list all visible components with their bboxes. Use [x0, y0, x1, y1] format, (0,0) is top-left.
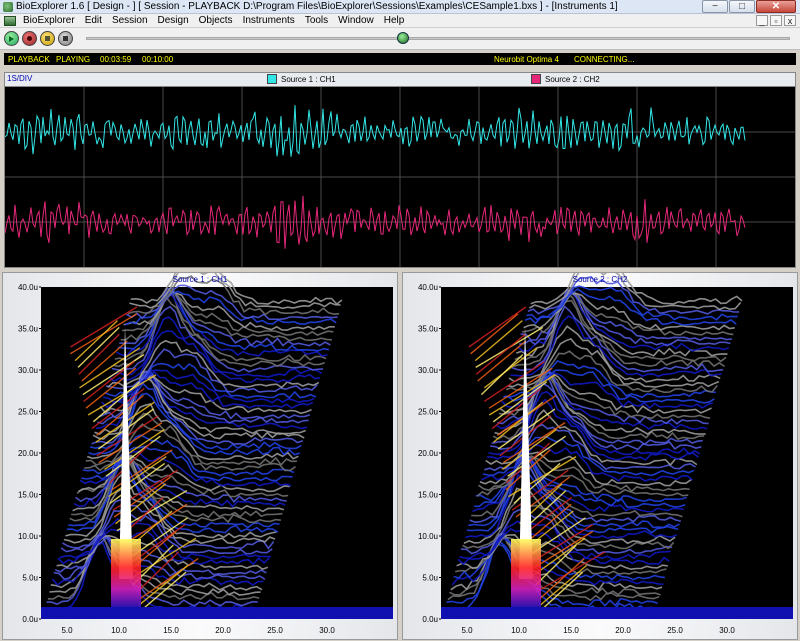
y-tick-label: 25.0u [418, 408, 438, 417]
mdi-restore-button[interactable]: ▫ [770, 15, 782, 26]
x-tick-label: 20.0 [215, 626, 231, 635]
baseline-band [441, 607, 793, 619]
status-total: 00:10:00 [142, 54, 174, 64]
x-tick-label: 5.0 [461, 626, 473, 635]
low-frequency-band [111, 539, 141, 611]
maximize-button[interactable]: □ [729, 0, 755, 13]
x-tick-label: 5.0 [61, 626, 73, 635]
y-tick-label: 35.0u [418, 325, 438, 334]
window-title: BioExplorer 1.6 [ Design - ] [ Session -… [16, 1, 618, 12]
menu-bar: BioExplorer Edit Session Design Objects … [0, 14, 800, 28]
x-tick-label: 15.0 [563, 626, 579, 635]
menu-objects[interactable]: Objects [194, 15, 238, 26]
time-division-label: 1S/DIV [7, 74, 33, 83]
pause-button[interactable] [40, 31, 55, 46]
status-device: Neurobit Optima 4 [494, 54, 559, 64]
menu-session[interactable]: Session [107, 15, 153, 26]
mdi-controls: _ ▫ x [756, 15, 796, 26]
y-tick-label: 20.0u [418, 449, 438, 458]
minimize-button[interactable]: − [702, 0, 728, 13]
ch1-trace [5, 105, 746, 157]
menu-window[interactable]: Window [333, 15, 379, 26]
menu-tools[interactable]: Tools [300, 15, 333, 26]
mdi-minimize-button[interactable]: _ [756, 15, 768, 26]
ch2-swatch [531, 74, 541, 84]
x-tick-label: 30.0 [319, 626, 335, 635]
document-icon[interactable] [4, 15, 16, 26]
spectrogram-plot-area [441, 287, 793, 619]
play-icon [9, 35, 14, 42]
stop-icon [63, 36, 68, 41]
x-tick-label: 10.0 [111, 626, 127, 635]
spectrogram-ch2: 40.0u 35.0u 30.0u 25.0u 20.0u 15.0u 10.0u 5.0u 0… [418, 273, 793, 635]
spectrogram-title-ch1: Source 1 : CH1 [172, 275, 228, 284]
menu-design[interactable]: Design [153, 15, 194, 26]
spectrogram-title-ch2: Source 2 : CH2 [572, 275, 628, 284]
low-frequency-band [511, 539, 541, 611]
record-icon [27, 36, 32, 41]
spectrogram-ch1: 40.0u 35.0u 30.0u 25.0u 20.0u 15.0u 10.0u 5.0u 0… [18, 273, 393, 635]
mdi-close-button[interactable]: x [784, 15, 796, 26]
waveform-grid [5, 87, 795, 267]
menu-instruments[interactable]: Instruments [238, 15, 300, 26]
y-tick-label: 30.0u [18, 366, 38, 375]
menu-bioexplorer[interactable]: BioExplorer [18, 15, 80, 26]
playback-toolbar [0, 28, 800, 50]
status-bar: PLAYBACK PLAYING 00:03:59 00:10:00 Neuro… [4, 53, 796, 65]
close-button[interactable]: ✕ [756, 0, 796, 13]
y-tick-label: 40.0u [18, 283, 38, 292]
status-connection: CONNECTING... [574, 54, 635, 64]
y-tick-label: 5.0u [422, 574, 438, 583]
menu-help[interactable]: Help [379, 15, 410, 26]
y-tick-label: 5.0u [22, 574, 38, 583]
x-tick-label: 20.0 [615, 626, 631, 635]
spectrogram-panel-ch2[interactable]: 40.0u 35.0u 30.0u 25.0u 20.0u 15.0u 10.0u 5.0u 0… [402, 272, 798, 640]
ch2-legend-label: Source 2 : CH2 [545, 74, 600, 84]
status-mode: PLAYBACK [8, 54, 50, 64]
play-button[interactable] [4, 31, 19, 46]
y-tick-label: 40.0u [418, 283, 438, 292]
menu-edit[interactable]: Edit [80, 15, 107, 26]
app-icon [3, 1, 13, 12]
x-tick-label: 15.0 [163, 626, 179, 635]
legend-ch1: Source 1 : CH1 [267, 74, 336, 84]
spectrogram-panel-ch1[interactable]: 40.0u 35.0u 30.0u 25.0u 20.0u 15.0u 10.0u 5.0u 0… [2, 272, 398, 640]
record-button[interactable] [22, 31, 37, 46]
y-tick-label: 15.0u [18, 491, 38, 500]
y-tick-label: 30.0u [418, 366, 438, 375]
waveform-header: 1S/DIV Source 1 : CH1 Source 2 : CH2 [5, 73, 795, 87]
title-bar: BioExplorer 1.6 [ Design - ] [ Session -… [0, 0, 800, 14]
status-elapsed: 00:03:59 [100, 54, 132, 64]
y-tick-label: 25.0u [18, 408, 38, 417]
x-tick-label: 25.0 [667, 626, 683, 635]
baseline-band [41, 607, 393, 619]
ch1-legend-label: Source 1 : CH1 [281, 74, 336, 84]
ch1-swatch [267, 74, 277, 84]
status-state: PLAYING [56, 54, 91, 64]
y-tick-label: 35.0u [18, 325, 38, 334]
x-tick-label: 30.0 [719, 626, 735, 635]
stop-button[interactable] [58, 31, 73, 46]
y-tick-label: 0.0u [22, 615, 38, 624]
x-tick-label: 25.0 [267, 626, 283, 635]
y-tick-label: 15.0u [418, 491, 438, 500]
x-tick-label: 10.0 [511, 626, 527, 635]
y-tick-label: 0.0u [422, 615, 438, 624]
pause-icon [45, 36, 50, 41]
y-tick-label: 10.0u [418, 532, 438, 541]
y-tick-label: 20.0u [18, 449, 38, 458]
playback-position-thumb[interactable] [396, 32, 409, 44]
y-tick-label: 10.0u [18, 532, 38, 541]
waveform-oscilloscope[interactable]: 1S/DIV Source 1 : CH1 Source 2 : CH2 [4, 72, 796, 268]
legend-ch2: Source 2 : CH2 [531, 74, 600, 84]
playback-position-slider[interactable] [86, 37, 790, 40]
waveform-plot [5, 87, 795, 267]
